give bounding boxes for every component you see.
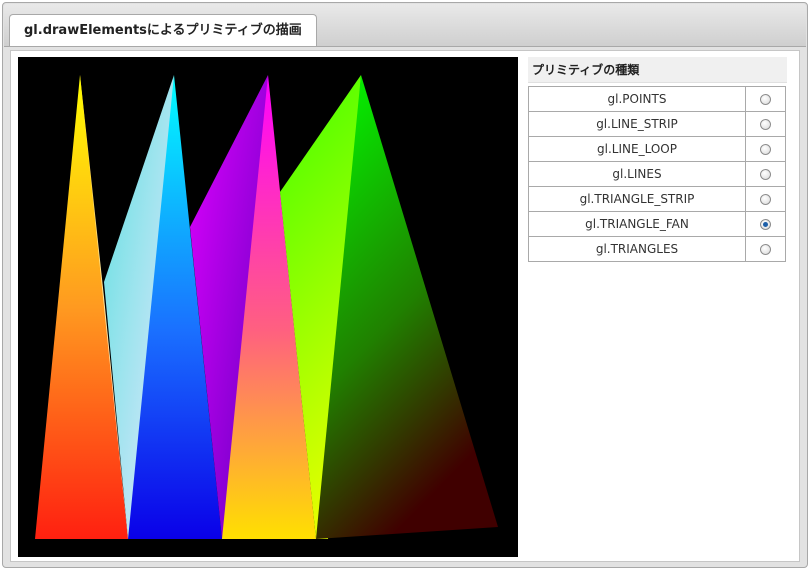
primitive-radio-cell <box>745 136 786 162</box>
primitive-options-table: gl.POINTS gl.LINE_STRIP gl.LINE_LOOP gl.LIN… <box>528 86 786 262</box>
primitive-radio-cell <box>745 111 786 137</box>
primitive-type-heading: プリミティブの種類 <box>528 57 787 83</box>
primitive-radio-button[interactable] <box>760 219 771 230</box>
window-frame: gl.drawElementsによるプリミティブの描画 プリミティブの種類 gl… <box>2 2 808 568</box>
primitive-radio-cell <box>745 186 786 212</box>
primitive-label: gl.LINE_STRIP <box>528 111 746 137</box>
primitive-radio-button[interactable] <box>760 119 771 130</box>
primitive-row[interactable]: gl.LINES <box>528 161 786 187</box>
primitive-row[interactable]: gl.TRIANGLE_FAN <box>528 211 786 237</box>
primitive-label: gl.LINE_LOOP <box>528 136 746 162</box>
primitive-radio-cell <box>745 161 786 187</box>
primitive-radio-button[interactable] <box>760 169 771 180</box>
primitive-radio-button[interactable] <box>760 244 771 255</box>
content-panel: プリミティブの種類 gl.POINTS gl.LINE_STRIP gl.LINE_… <box>10 50 800 562</box>
primitive-label: gl.LINES <box>528 161 746 187</box>
primitive-label: gl.TRIANGLE_STRIP <box>528 186 746 212</box>
primitive-radio-cell <box>745 236 786 262</box>
primitive-row[interactable]: gl.POINTS <box>528 86 786 112</box>
primitive-row[interactable]: gl.LINE_STRIP <box>528 111 786 137</box>
tab-bar: gl.drawElementsによるプリミティブの描画 <box>4 4 806 47</box>
primitive-row[interactable]: gl.LINE_LOOP <box>528 136 786 162</box>
primitive-radio-button[interactable] <box>760 194 771 205</box>
primitive-label: gl.POINTS <box>528 86 746 112</box>
primitive-radio-button[interactable] <box>760 94 771 105</box>
webgl-canvas[interactable] <box>18 57 518 557</box>
primitive-radio-cell <box>745 86 786 112</box>
primitive-radio-button[interactable] <box>760 144 771 155</box>
primitive-label: gl.TRIANGLE_FAN <box>528 211 746 237</box>
primitive-label: gl.TRIANGLES <box>528 236 746 262</box>
primitive-row[interactable]: gl.TRIANGLE_STRIP <box>528 186 786 212</box>
primitive-row[interactable]: gl.TRIANGLES <box>528 236 786 262</box>
primitive-radio-cell <box>745 211 786 237</box>
tab-draw-elements[interactable]: gl.drawElementsによるプリミティブの描画 <box>9 14 317 46</box>
